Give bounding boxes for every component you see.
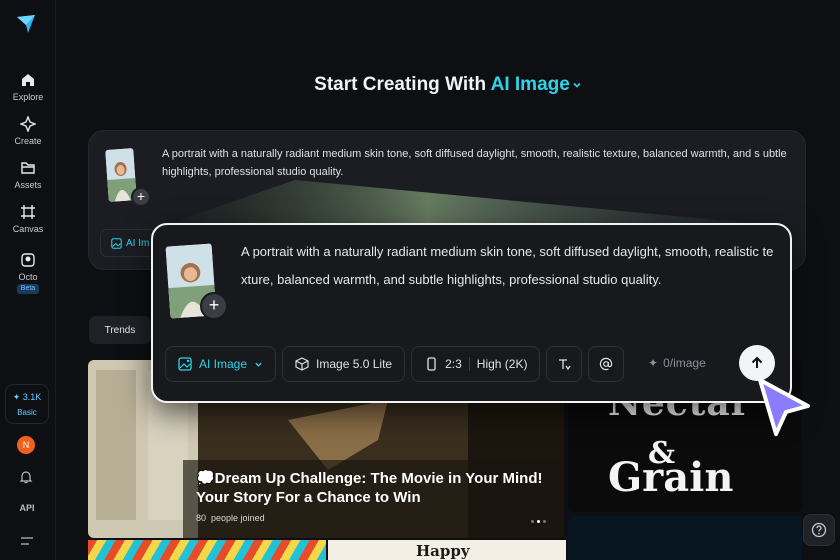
sidebar-item-octo[interactable]: Octo Beta bbox=[0, 252, 56, 294]
sidebar-item-label: Assets bbox=[14, 180, 42, 190]
api-link[interactable]: API bbox=[0, 503, 54, 513]
quality-label: High (2K) bbox=[476, 357, 528, 371]
menu-icon[interactable] bbox=[20, 536, 34, 546]
mode-chip-label: AI Im bbox=[126, 237, 150, 249]
mention-button[interactable] bbox=[588, 346, 625, 382]
feed-card-pattern[interactable] bbox=[88, 540, 326, 560]
pointer-cursor-icon bbox=[758, 378, 810, 436]
question-icon bbox=[811, 522, 827, 538]
model-selector[interactable]: Image 5.0 Lite bbox=[282, 346, 406, 382]
sidebar-item-assets[interactable]: Assets bbox=[0, 160, 56, 190]
arrow-up-icon bbox=[751, 356, 763, 368]
tab-trends[interactable]: Trends bbox=[89, 316, 151, 344]
text-style-button[interactable] bbox=[546, 346, 583, 382]
prompt-card-zoomed: + A portrait with a naturally radiant me… bbox=[151, 223, 792, 403]
aspect-ratio-icon bbox=[427, 357, 436, 371]
banner-joined: 80 people joined bbox=[196, 513, 265, 523]
sidebar-item-canvas[interactable]: Canvas bbox=[0, 204, 56, 234]
credits-badge[interactable]: ✦ 3.1K Basic bbox=[5, 384, 49, 424]
prompt-toolbar: AI Image Image 5.0 Lite 2:3 High (2K) bbox=[165, 346, 625, 382]
title-prefix: Start Creating With bbox=[314, 74, 487, 95]
prompt-input[interactable]: A portrait with a naturally radiant medi… bbox=[241, 238, 776, 294]
sidebar-item-label: Explore bbox=[12, 92, 44, 102]
card-caption: Happy bbox=[416, 542, 470, 560]
divider bbox=[468, 357, 470, 371]
size-quality-selector[interactable]: 2:3 High (2K) bbox=[411, 346, 541, 382]
cost-label: 0/image bbox=[663, 356, 706, 370]
cube-icon bbox=[295, 357, 309, 371]
avatar[interactable]: N bbox=[17, 436, 35, 454]
cost-indicator: ✦ 0/image bbox=[648, 356, 706, 370]
beta-badge: Beta bbox=[16, 284, 40, 294]
page-title: Start Creating With AI Image bbox=[56, 74, 840, 96]
bell-icon[interactable] bbox=[19, 470, 33, 484]
feed-card-happy[interactable]: Happy bbox=[328, 540, 566, 560]
sparkle-icon bbox=[20, 116, 36, 132]
carousel-dots[interactable] bbox=[531, 520, 546, 523]
mode-label: AI Image bbox=[199, 357, 248, 371]
help-button[interactable] bbox=[803, 514, 835, 546]
aspect-ratio-label: 2:3 bbox=[445, 357, 462, 371]
app-logo[interactable] bbox=[14, 12, 38, 36]
credits-amount: ✦ 3.1K bbox=[12, 391, 42, 402]
feed-card-dark[interactable] bbox=[568, 516, 802, 560]
add-image-button[interactable]: + bbox=[200, 292, 228, 320]
plan-label: Basic bbox=[17, 407, 37, 417]
chevron-down-icon bbox=[255, 362, 262, 367]
sparkle-icon: ✦ bbox=[648, 356, 659, 370]
image-icon bbox=[178, 357, 192, 371]
image-icon bbox=[111, 237, 122, 249]
folder-icon bbox=[21, 162, 35, 174]
sidebar-item-explore[interactable]: Explore bbox=[0, 72, 56, 102]
sidebar-item-label: Canvas bbox=[12, 224, 44, 234]
sidebar-item-label: Create bbox=[14, 136, 42, 146]
mode-dropdown[interactable]: AI Image bbox=[165, 346, 277, 382]
text-format-icon bbox=[559, 359, 572, 371]
mode-switcher[interactable]: AI Image bbox=[491, 74, 582, 95]
canvas-icon bbox=[21, 205, 35, 219]
model-label: Image 5.0 Lite bbox=[316, 357, 393, 371]
banner-title: 💭Dream Up Challenge: The Movie in Your M… bbox=[196, 470, 543, 506]
home-icon bbox=[22, 74, 34, 86]
sidebar: Explore Create Assets Canvas Octo Beta ✦… bbox=[0, 0, 56, 560]
add-image-button[interactable]: + bbox=[131, 187, 151, 207]
sidebar-item-create[interactable]: Create bbox=[0, 116, 56, 146]
sidebar-item-label: Octo bbox=[18, 272, 38, 282]
chevron-down-icon bbox=[573, 82, 581, 88]
prompt-text[interactable]: A portrait with a naturally radiant medi… bbox=[162, 145, 794, 181]
poster-subheadline: Grain bbox=[608, 454, 734, 501]
at-sign-icon bbox=[600, 357, 613, 371]
mode-chip[interactable]: AI Im bbox=[100, 229, 156, 257]
octo-icon bbox=[21, 253, 35, 267]
